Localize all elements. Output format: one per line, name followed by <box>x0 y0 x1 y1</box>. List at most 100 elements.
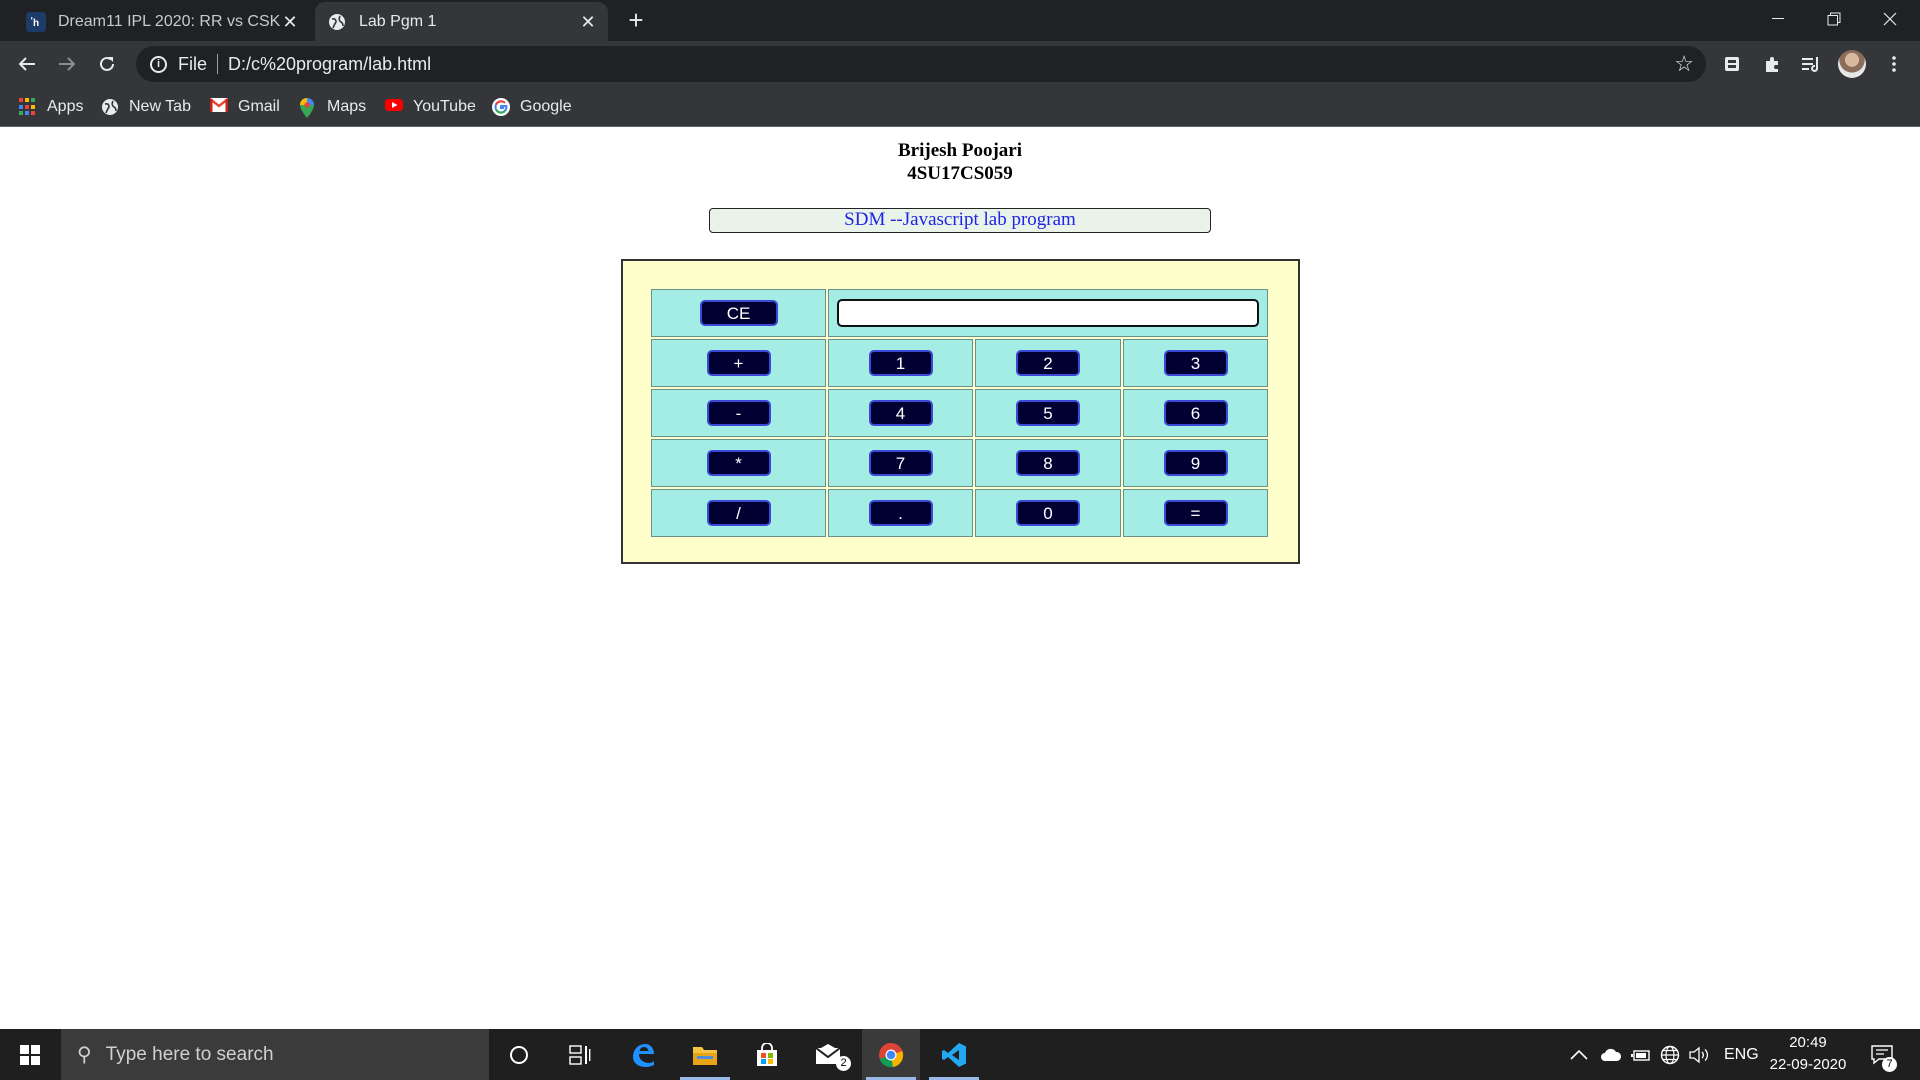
close-icon[interactable]: ✕ <box>578 12 598 32</box>
mail-icon[interactable]: 2 <box>800 1029 858 1080</box>
calculator-row: CE <box>651 289 1268 337</box>
tab-dream11[interactable]: ॑h Dream11 IPL 2020: RR vs CSK Live ✕ <box>10 2 310 41</box>
edge-icon[interactable] <box>614 1029 672 1080</box>
clock-date: 22-09-2020 <box>1769 1056 1847 1073</box>
bookmark-google[interactable]: Google <box>492 96 572 118</box>
digit-5-button[interactable]: 5 <box>1016 400 1080 426</box>
input-language[interactable]: ENG <box>1724 1029 1759 1080</box>
tab-strip: ॑h Dream11 IPL 2020: RR vs CSK Live ✕ La… <box>0 0 1920 41</box>
vscode-icon[interactable] <box>925 1029 983 1080</box>
lab-program-title: SDM --Javascript lab program <box>709 208 1211 233</box>
task-view-icon[interactable] <box>551 1029 609 1080</box>
profile-avatar[interactable] <box>1838 50 1866 78</box>
student-name: Brijesh Poojari <box>897 140 1022 161</box>
decimal-point-button[interactable]: . <box>868 500 933 526</box>
calculator-row: - 4 5 6 <box>651 389 1268 437</box>
calculator-cell: 0 <box>975 489 1121 537</box>
tab-title: Lab Pgm 1 <box>359 12 437 30</box>
minimize-button[interactable] <box>1750 0 1806 38</box>
calculator-cell: 4 <box>828 389 973 437</box>
maps-icon <box>299 98 317 118</box>
menu-kebab-icon[interactable] <box>1880 50 1908 78</box>
calculator-cell: 2 <box>975 339 1121 387</box>
extension-icon[interactable] <box>1718 50 1746 78</box>
new-tab-button[interactable]: + <box>622 7 650 35</box>
page-content: Brijesh Poojari 4SU17CS059 SDM --Javascr… <box>0 128 1920 1028</box>
divide-button[interactable]: / <box>706 500 771 526</box>
extensions-puzzle-icon[interactable] <box>1758 50 1786 78</box>
equals-button[interactable]: = <box>1163 500 1228 526</box>
windows-taskbar: ⚲ Type here to search 2 ENG 20:49 22-09-… <box>0 1029 1920 1080</box>
onedrive-cloud-icon[interactable] <box>1600 1029 1622 1080</box>
digit-1-button[interactable]: 1 <box>868 350 933 376</box>
gmail-icon <box>209 98 229 116</box>
multiply-button[interactable]: * <box>706 450 771 476</box>
taskbar-search-box[interactable]: ⚲ Type here to search <box>61 1029 489 1080</box>
calculator-cell: = <box>1123 489 1268 537</box>
bookmark-maps[interactable]: Maps <box>299 96 366 118</box>
reload-button[interactable] <box>91 48 123 80</box>
store-icon[interactable] <box>738 1029 796 1080</box>
bookmark-label: Maps <box>327 98 367 115</box>
digit-8-button[interactable]: 8 <box>1016 450 1080 476</box>
bookmark-label: Apps <box>47 98 84 115</box>
chrome-icon[interactable] <box>862 1029 920 1080</box>
bookmark-star-icon[interactable]: ☆ <box>1674 51 1694 77</box>
calculator-cell: + <box>651 339 826 387</box>
calculator-cell: 5 <box>975 389 1121 437</box>
close-window-button[interactable] <box>1862 0 1918 38</box>
calculator-cell: - <box>651 389 826 437</box>
bookmark-gmail[interactable]: Gmail <box>209 96 280 118</box>
bookmark-new-tab[interactable]: New Tab <box>101 96 191 118</box>
battery-icon[interactable] <box>1631 1029 1651 1080</box>
calculator-cell: . <box>828 489 973 537</box>
windows-logo-icon <box>20 1044 40 1065</box>
bookmark-youtube[interactable]: YouTube <box>385 96 476 118</box>
restore-button[interactable] <box>1806 0 1862 38</box>
network-globe-icon[interactable] <box>1660 1029 1680 1080</box>
subtract-button[interactable]: - <box>706 400 771 426</box>
tab-lab-pgm[interactable]: Lab Pgm 1 ✕ <box>315 2 608 41</box>
bookmark-apps[interactable]: Apps <box>19 96 83 118</box>
calculator-cell: 3 <box>1123 339 1268 387</box>
digit-3-button[interactable]: 3 <box>1163 350 1228 376</box>
search-placeholder: Type here to search <box>105 1043 274 1065</box>
bookmark-label: Gmail <box>238 98 280 115</box>
close-icon[interactable]: ✕ <box>280 12 300 32</box>
media-control-icon[interactable] <box>1798 50 1826 78</box>
digit-2-button[interactable]: 2 <box>1016 350 1080 376</box>
calculator-grid: CE + 1 2 3 - 4 5 6 * 7 8 9 / . 0 = <box>649 287 1270 539</box>
calculator-row: * 7 8 9 <box>651 439 1268 487</box>
digit-4-button[interactable]: 4 <box>868 400 933 426</box>
calculator-display[interactable] <box>837 299 1259 327</box>
address-bar[interactable]: i File D:/c%20program/lab.html ☆ <box>136 46 1706 82</box>
apps-grid-icon <box>19 98 37 116</box>
notification-center-icon[interactable]: 7 <box>1870 1029 1897 1080</box>
calculator-cell: / <box>651 489 826 537</box>
url-scheme: File <box>178 53 208 74</box>
back-button[interactable] <box>11 48 43 80</box>
calculator-cell: 8 <box>975 439 1121 487</box>
start-button[interactable] <box>0 1029 60 1080</box>
file-explorer-icon[interactable] <box>676 1029 734 1080</box>
digit-0-button[interactable]: 0 <box>1016 500 1080 526</box>
show-hidden-icons-chevron-icon[interactable] <box>1570 1029 1588 1080</box>
digit-6-button[interactable]: 6 <box>1163 400 1228 426</box>
digit-7-button[interactable]: 7 <box>868 450 933 476</box>
bookmark-label: Google <box>520 98 572 115</box>
add-button[interactable]: + <box>706 350 771 376</box>
info-icon[interactable]: i <box>150 55 167 73</box>
digit-9-button[interactable]: 9 <box>1163 450 1228 476</box>
bookmark-label: YouTube <box>413 98 476 115</box>
calculator-row: + 1 2 3 <box>651 339 1268 387</box>
url-text[interactable]: D:/c%20program/lab.html <box>228 54 431 75</box>
forward-button[interactable] <box>51 48 83 80</box>
volume-icon[interactable] <box>1689 1029 1711 1080</box>
clear-button[interactable]: CE <box>699 300 778 326</box>
url-separator <box>217 54 219 74</box>
clock[interactable]: 20:49 22-09-2020 <box>1762 1032 1854 1076</box>
cortana-icon[interactable] <box>490 1029 548 1080</box>
mail-badge: 2 <box>836 1056 851 1071</box>
notification-badge: 7 <box>1882 1057 1897 1072</box>
calculator-cell: 7 <box>828 439 973 487</box>
